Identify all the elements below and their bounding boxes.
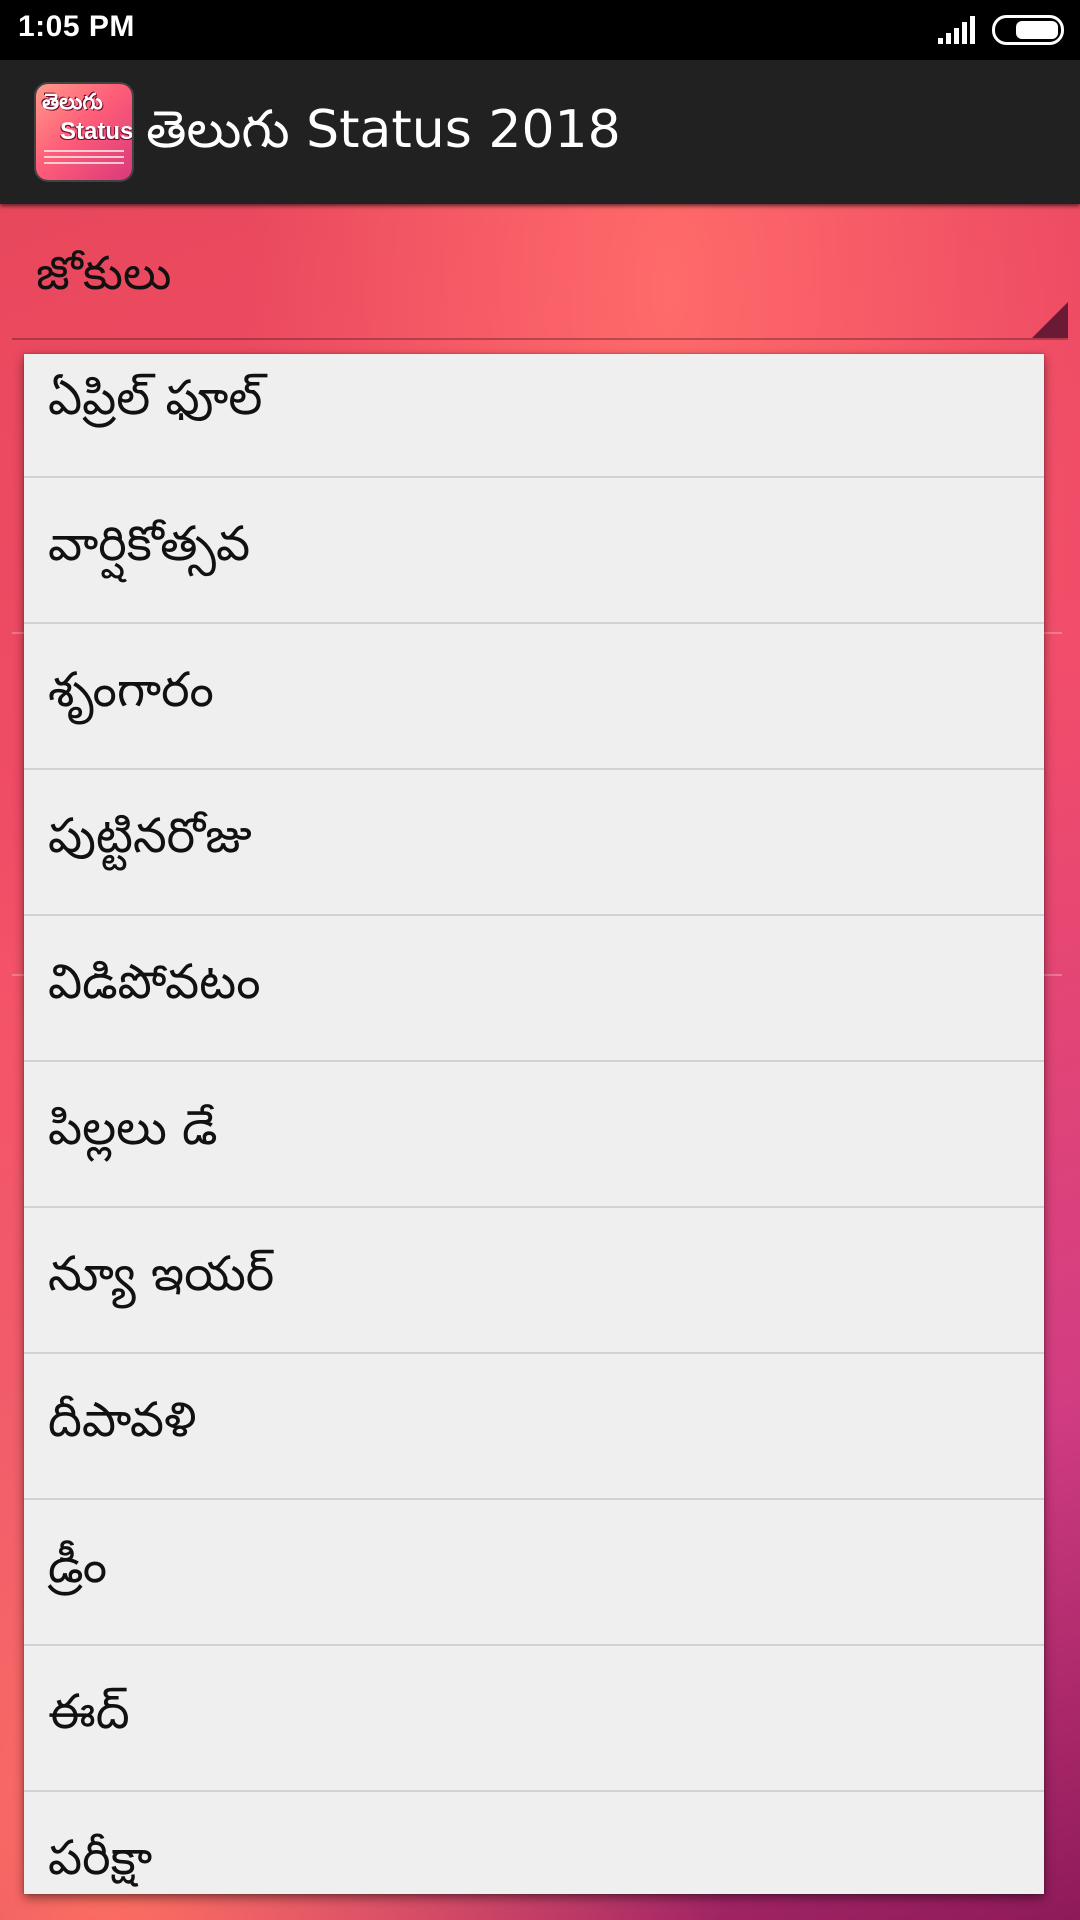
dropdown-item-label: శృంగారం: [48, 662, 214, 718]
battery-icon: [992, 15, 1064, 45]
dropdown-items: ఏప్రిల్ ఫూల్ వార్షికోత్సవ శృంగారం పుట్టి…: [24, 354, 1044, 1894]
dropdown-item-label: ఏప్రిల్ ఫూల్: [48, 370, 263, 426]
dropdown-item-label: న్యూ ఇయర్: [48, 1246, 275, 1302]
category-spinner[interactable]: జోకులు: [12, 204, 1068, 340]
dropdown-item-label: పిల్లలు డే: [48, 1100, 218, 1156]
dropdown-item-romance[interactable]: శృంగారం: [24, 624, 1044, 770]
category-dropdown-list[interactable]: ఏప్రిల్ ఫూల్ వార్షికోత్సవ శృంగారం పుట్టి…: [24, 354, 1044, 1894]
dropdown-item-exam[interactable]: పరీక్షా: [24, 1792, 1044, 1894]
app-title: తెలుగు Status 2018: [146, 100, 621, 160]
spinner-underline: [12, 338, 1068, 340]
dropdown-item-breakup[interactable]: విడిపోవటం: [24, 916, 1044, 1062]
dropdown-item-anniversary[interactable]: వార్షికోత్సవ: [24, 478, 1044, 624]
dropdown-item-label: ఈద్: [48, 1684, 130, 1740]
status-bar: 1:05 PM: [0, 0, 1080, 60]
dropdown-item-diwali[interactable]: దీపావళి: [24, 1354, 1044, 1500]
spinner-selected-value: జోకులు: [36, 246, 172, 300]
signal-icon: [938, 16, 975, 44]
dropdown-arrow-icon: [1032, 302, 1068, 338]
dropdown-item-label: విడిపోవటం: [48, 954, 261, 1010]
dropdown-item-label: దీపావళి: [48, 1392, 197, 1448]
dropdown-item-dream[interactable]: డ్రీం: [24, 1500, 1044, 1646]
dropdown-item-label: డ్రీం: [48, 1538, 108, 1594]
status-time: 1:05 PM: [18, 10, 135, 43]
dropdown-item-childrens-day[interactable]: పిల్లలు డే: [24, 1062, 1044, 1208]
dropdown-item-new-year[interactable]: న్యూ ఇయర్: [24, 1208, 1044, 1354]
dropdown-item-label: వార్షికోత్సవ: [48, 516, 251, 572]
app-bar: తెలుగు Status తెలుగు Status 2018: [0, 60, 1080, 204]
app-logo-line2: Status: [60, 118, 132, 145]
app-logo-decoration: [44, 150, 124, 168]
dropdown-item-birthday[interactable]: పుట్టినరోజు: [24, 770, 1044, 916]
dropdown-item-april-fool[interactable]: ఏప్రిల్ ఫూల్: [24, 354, 1044, 478]
app-logo-line1: తెలుగు: [42, 90, 103, 115]
dropdown-item-label: పుట్టినరోజు: [48, 808, 252, 864]
dropdown-item-eid[interactable]: ఈద్: [24, 1646, 1044, 1792]
dropdown-item-label: పరీక్షా: [48, 1830, 153, 1886]
app-logo: తెలుగు Status: [36, 84, 132, 180]
